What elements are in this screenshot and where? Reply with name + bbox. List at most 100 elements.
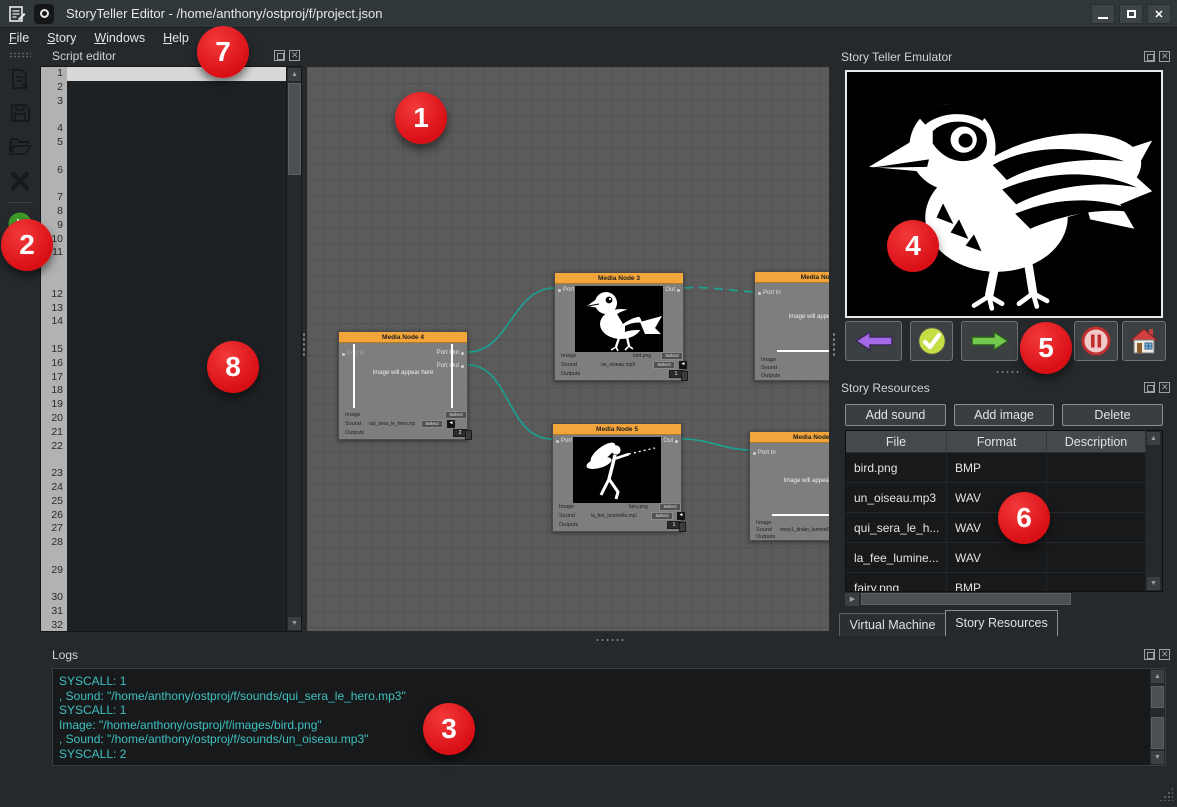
scrollbar-track-block[interactable] [1151, 717, 1164, 749]
previous-button[interactable] [845, 321, 902, 361]
open-project-button[interactable] [5, 132, 35, 162]
close-panel-icon[interactable] [1159, 649, 1170, 660]
code-line[interactable]: 3 $la_fee_luminelle DC8 [41, 95, 286, 109]
ok-button[interactable] [910, 321, 953, 361]
scrollbar-thumb[interactable] [1151, 686, 1164, 708]
panel-drag-handle[interactable] [995, 370, 1021, 374]
logs-scrollbar[interactable]: ▲ ▼ [1150, 669, 1165, 765]
scrollbar-thumb[interactable] [861, 593, 1071, 605]
select-sound-button[interactable]: Select [653, 361, 675, 369]
code-line[interactable]: 19 lcons r0, .mediaEntry0006 [41, 398, 286, 412]
code-line[interactable]: 28 jump .media ; no return possible, so … [41, 536, 286, 550]
scroll-up-icon[interactable]: ▲ [288, 68, 301, 81]
toolbar-drag-handle[interactable] [9, 52, 31, 58]
table-row[interactable]: fairy.png BMP [846, 573, 1162, 592]
media-node-partial-top[interactable]: Media Node Port In Image will appear her… [754, 271, 830, 381]
menu-item[interactable]: Help [154, 28, 198, 48]
close-project-button[interactable] [5, 166, 35, 196]
tab-virtual-machine[interactable]: Virtual Machine [839, 613, 946, 636]
code-line[interactable]: 5 $qui_sera_le_hero DC8 [41, 136, 286, 150]
select-image-button[interactable]: Select [661, 352, 683, 360]
scroll-down-icon[interactable]: ▼ [1151, 751, 1164, 764]
code-line[interactable]: "qui_sera_le_hero.mp3", 8 [41, 150, 286, 164]
outputs-spinbox[interactable]: 2 [453, 429, 467, 437]
select-sound-button[interactable]: Select [651, 512, 673, 520]
add-image-button[interactable]: Add image [954, 404, 1054, 426]
node-title[interactable]: Media Node 5 [553, 424, 681, 435]
code-line[interactable]: 24 lcons r0, 0 [41, 481, 286, 495]
menu-item[interactable]: Story [38, 28, 85, 48]
close-button[interactable]: ✕ [1147, 4, 1171, 24]
splitter-handle-right[interactable] [832, 332, 836, 358]
code-line[interactable]: 8 $bird DC8 "bird.png", 8 [41, 205, 286, 219]
scroll-down-icon[interactable]: ▼ [288, 617, 301, 630]
maximize-button[interactable] [1119, 4, 1143, 24]
code-line[interactable]: 8 [41, 274, 286, 288]
close-panel-icon[interactable] [289, 50, 300, 61]
close-panel-icon[interactable] [1159, 51, 1170, 62]
code-line[interactable]: jump is enough [41, 550, 286, 564]
close-panel-icon[interactable] [1159, 382, 1170, 393]
next-button[interactable] [961, 321, 1018, 361]
table-row[interactable]: la_fee_lumine... WAV [846, 543, 1162, 573]
media-node-3[interactable]: Media Node 3 Port In Port Out [554, 272, 684, 381]
select-image-button[interactable]: Select [445, 411, 467, 419]
code-line[interactable]: 1 jump .mediaEntry0004 [41, 67, 286, 81]
new-project-button[interactable] [5, 64, 35, 94]
scroll-up-icon[interactable]: ▲ [1147, 432, 1160, 445]
code-line[interactable]: 20 ret [41, 412, 286, 426]
speaker-icon[interactable]: ◄ [679, 361, 687, 369]
code-line[interactable]: 32 lcons r1, $un_oiseau [41, 619, 286, 631]
column-header-file[interactable]: File [846, 431, 947, 452]
code-line[interactable]: 22 ; ---------------------------- Media … [41, 440, 286, 454]
delete-button[interactable]: Delete [1062, 404, 1163, 426]
float-panel-icon[interactable] [274, 50, 285, 61]
media-node-6[interactable]: Media Node 6 Port In Image will appear h… [749, 431, 830, 541]
code-line[interactable]: 4 [41, 122, 286, 136]
column-header-format[interactable]: Format [947, 431, 1047, 452]
code-line[interactable]: 10 [41, 233, 286, 247]
minimize-button[interactable] [1091, 4, 1115, 24]
code-line[interactable]: 12 [41, 288, 286, 302]
code-line[interactable]: 30 .mediaEntry0003: [41, 591, 286, 605]
code-line[interactable]: Type: Choice [41, 453, 286, 467]
scrollbar-thumb[interactable] [288, 83, 301, 175]
scroll-up-icon[interactable]: ▲ [1151, 670, 1164, 683]
code-line[interactable]: .mediaEntry0003, .mediaEntry0005 [41, 177, 286, 191]
script-editor[interactable]: 1 jump .mediaEntry0004 2 $fairy DC8 "fai… [40, 66, 302, 632]
pause-button[interactable] [1074, 321, 1118, 361]
column-header-description[interactable]: Description [1047, 431, 1146, 452]
add-sound-button[interactable]: Add sound [845, 404, 946, 426]
node-title[interactable]: Media Node 6 [750, 432, 830, 443]
menu-item[interactable]: File [0, 28, 38, 48]
code-line[interactable]: "la_fee_luminelle.mp3", 8 [41, 108, 286, 122]
code-line[interactable]: 21 [41, 426, 286, 440]
media-node-4[interactable]: Media Node 4 Port In Port Out Port Out I… [338, 331, 468, 440]
code-line[interactable]: 26 syscall 1 [41, 509, 286, 523]
save-button[interactable] [5, 98, 35, 128]
code-line[interactable]: "story1_drako_luminelle_sceptre.mp3", [41, 260, 286, 274]
splitter-handle-bottom[interactable] [595, 638, 625, 642]
editor-scrollbar[interactable]: ▲ ▼ [286, 67, 301, 631]
code-line[interactable]: 11 $story1_drako_luminelle_sceptre DC8 [41, 246, 286, 260]
table-vertical-scrollbar[interactable]: ▲ ▼ [1146, 431, 1162, 591]
speaker-icon[interactable]: ◄ [447, 420, 455, 428]
title-bar[interactable]: StoryTeller Editor - /home/anthony/ostpr… [0, 0, 1177, 28]
select-sound-button[interactable]: Select [421, 420, 443, 428]
float-panel-icon[interactable] [1144, 382, 1155, 393]
table-header[interactable]: File Format Description [846, 431, 1162, 453]
code-line[interactable]: Type: Transition [41, 329, 286, 343]
node-title[interactable]: Media Node 3 [555, 273, 683, 284]
code-line[interactable]: 2 $fairy DC8 "fairy.png", 8 [41, 81, 286, 95]
node-title[interactable]: Media Node [755, 272, 830, 283]
code-line[interactable]: 13 [41, 302, 286, 316]
code-line[interactable]: 25 lcons r1, $qui_sera_le_hero [41, 495, 286, 509]
window-resize-grip[interactable] [1159, 787, 1173, 801]
code-line[interactable]: 7 [41, 191, 286, 205]
outputs-spinbox[interactable]: 1 [669, 370, 683, 378]
code-line[interactable]: 27 lcons r0, $mediaChoice0004 [41, 522, 286, 536]
code-line[interactable]: 23 .mediaEntry0004: [41, 467, 286, 481]
float-panel-icon[interactable] [1144, 649, 1155, 660]
code-line[interactable]: 9 $un_oiseau DC8 "un_oiseau.mp3", 8 [41, 219, 286, 233]
outputs-spinbox[interactable]: 1 [667, 521, 681, 529]
